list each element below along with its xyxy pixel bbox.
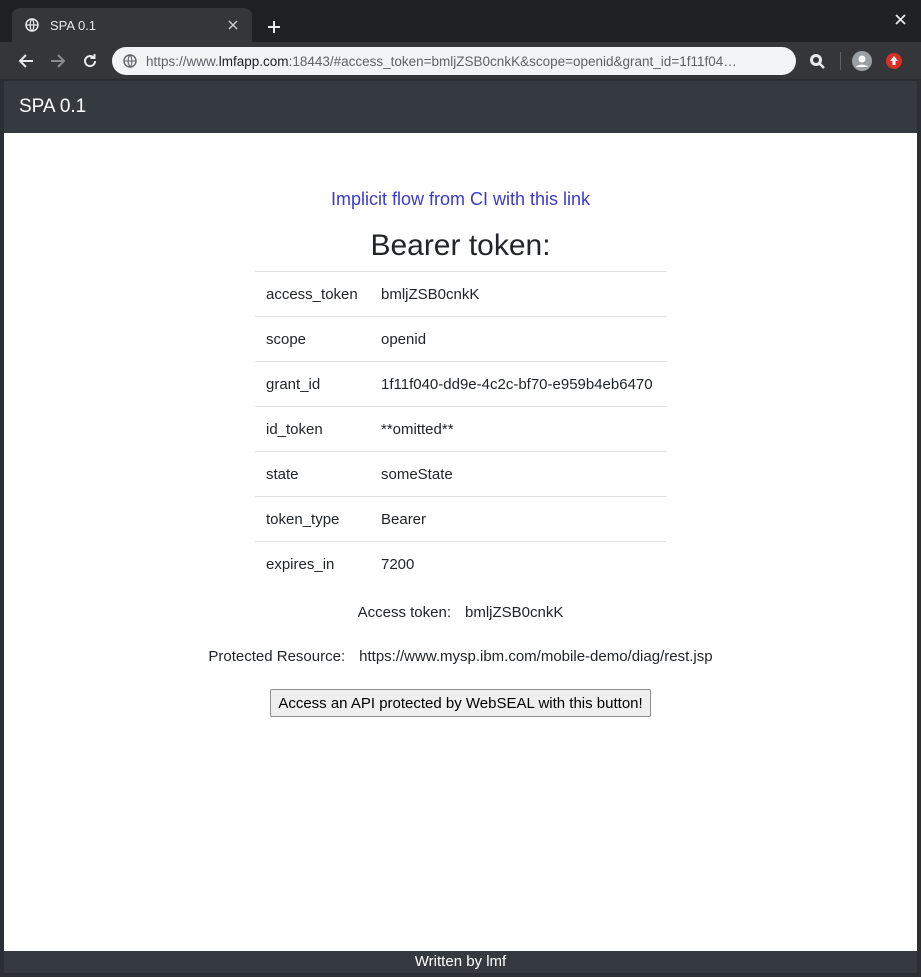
token-key: grant_id <box>255 361 370 407</box>
access-token-value: bmljZSB0cnkK <box>465 604 564 621</box>
toolbar-divider <box>840 52 841 70</box>
address-bar[interactable]: https://www.lmfapp.com:18443/#access_tok… <box>112 47 796 75</box>
token-value: **omitted** <box>370 406 666 452</box>
token-value: bmljZSB0cnkK <box>370 271 666 317</box>
access-token-line: Access token: bmljZSB0cnkK <box>4 604 917 621</box>
browser-tabstrip: SPA 0.1 <box>0 0 921 42</box>
table-row: access_token bmljZSB0cnkK <box>255 271 666 317</box>
navbar-brand[interactable]: SPA 0.1 <box>19 96 86 118</box>
reload-icon[interactable] <box>78 49 102 73</box>
table-row: token_type Bearer <box>255 496 666 542</box>
back-arrow-icon[interactable] <box>14 49 38 73</box>
token-value: Bearer <box>370 496 666 542</box>
token-key: access_token <box>255 271 370 317</box>
implicit-flow-link[interactable]: Implicit flow from CI with this link <box>4 189 917 210</box>
profile-avatar-icon[interactable] <box>851 50 873 72</box>
token-value: 1f11f040-dd9e-4c2c-bf70-e959b4eb6470 <box>370 361 666 407</box>
access-api-button[interactable]: Access an API protected by WebSEAL with … <box>270 689 651 717</box>
tab-title: SPA 0.1 <box>50 17 97 33</box>
token-value: someState <box>370 451 666 497</box>
token-key: expires_in <box>255 541 370 587</box>
browser-tab[interactable]: SPA 0.1 <box>12 8 252 42</box>
token-value: 7200 <box>370 541 666 587</box>
forward-arrow-icon[interactable] <box>46 49 70 73</box>
search-extension-icon[interactable] <box>806 50 828 72</box>
token-key: state <box>255 451 370 497</box>
token-value: openid <box>370 316 666 362</box>
table-row: expires_in 7200 <box>255 541 666 587</box>
protected-resource-line: Protected Resource: https://www.mysp.ibm.… <box>4 648 917 665</box>
table-row: id_token **omitted** <box>255 406 666 452</box>
page-footer: Written by lmf <box>4 951 917 973</box>
page-viewport: SPA 0.1 Implicit flow from CI with this … <box>4 81 917 973</box>
table-row: scope openid <box>255 316 666 362</box>
token-key: id_token <box>255 406 370 452</box>
protected-resource-value: https://www.mysp.ibm.com/mobile-demo/dia… <box>359 648 713 665</box>
page-title: Bearer token: <box>370 229 551 262</box>
table-row: grant_id 1f11f040-dd9e-4c2c-bf70-e959b4eb… <box>255 361 666 407</box>
site-globe-icon <box>122 53 138 69</box>
update-badge-icon[interactable] <box>883 50 905 72</box>
close-icon[interactable] <box>224 16 242 34</box>
bearer-token-table: access_token bmljZSB0cnkK scope openid grant… <box>255 271 666 587</box>
browser-toolbar: https://www.lmfapp.com:18443/#access_tok… <box>0 42 921 80</box>
app-navbar: SPA 0.1 <box>4 81 917 133</box>
globe-icon <box>24 17 40 33</box>
token-key: token_type <box>255 496 370 542</box>
url-text: https://www.lmfapp.com:18443/#access_tok… <box>146 53 737 69</box>
protected-resource-label: Protected Resource: <box>208 648 346 665</box>
window-close-icon[interactable] <box>891 12 909 30</box>
plus-icon[interactable] <box>262 15 286 39</box>
table-row: state someState <box>255 451 666 497</box>
access-token-label: Access token: <box>357 604 451 621</box>
token-key: scope <box>255 316 370 362</box>
